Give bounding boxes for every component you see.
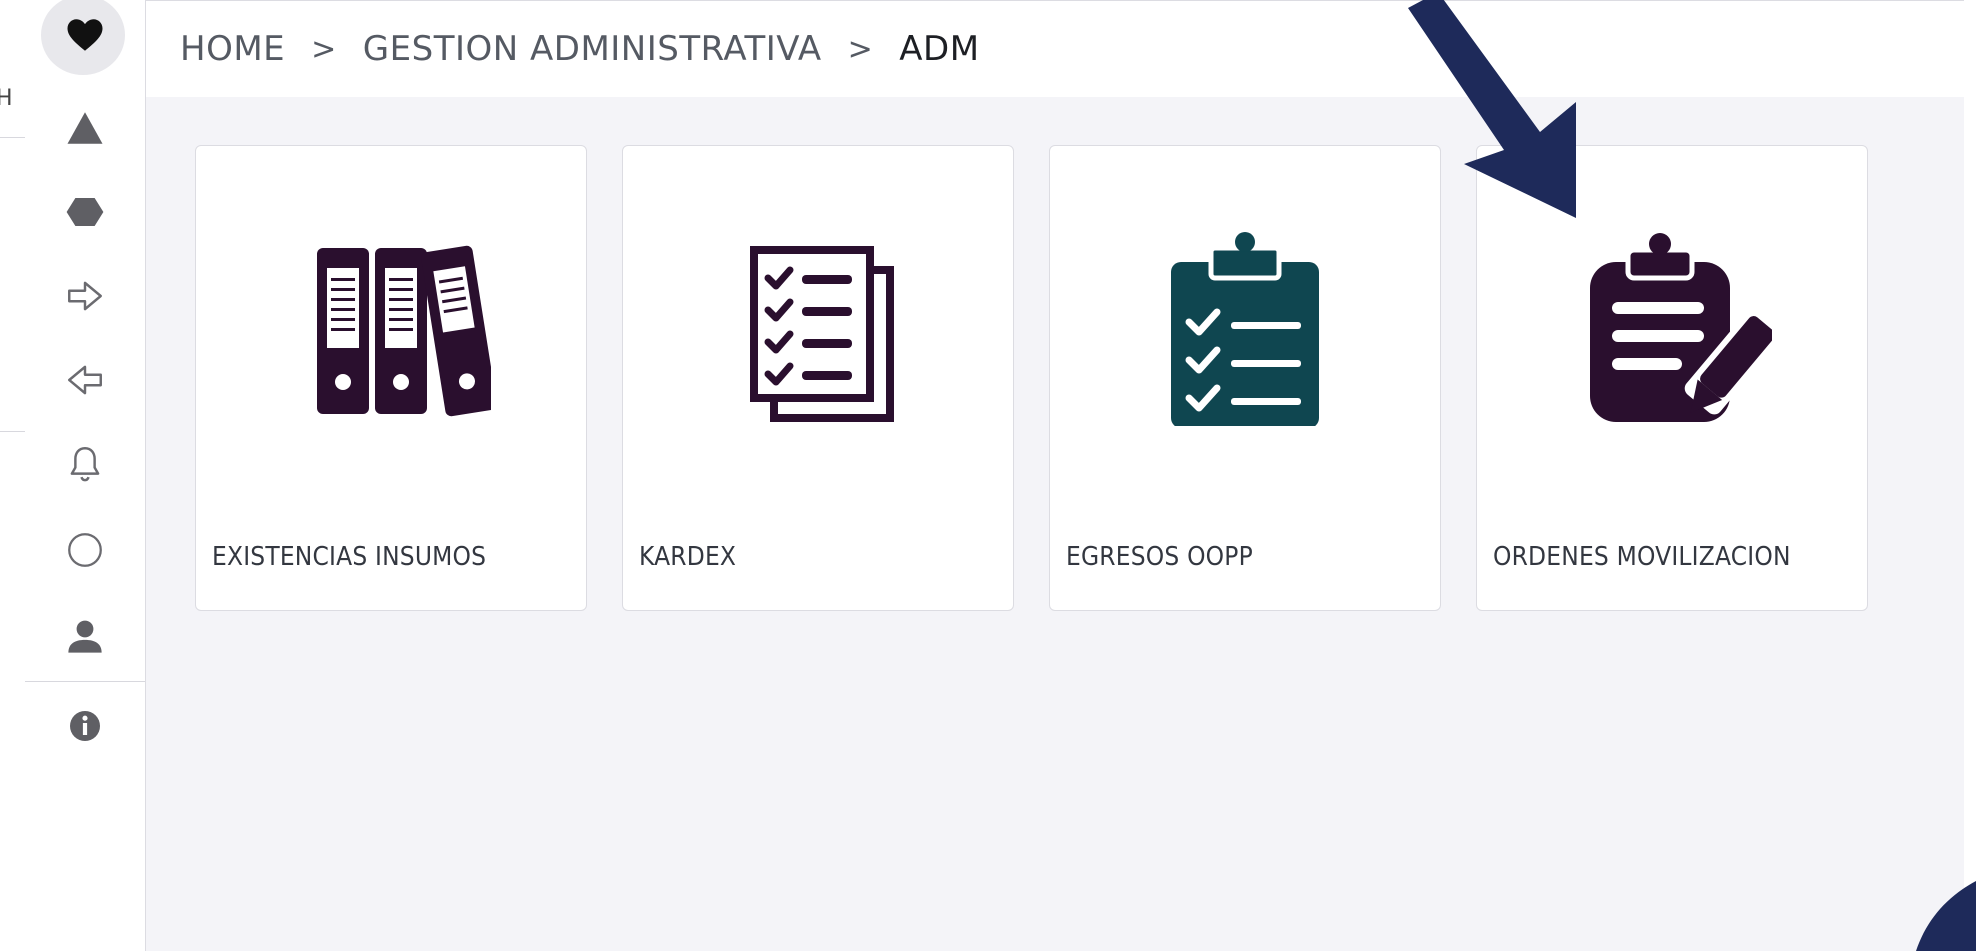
- card-label: KARDEX: [639, 542, 737, 572]
- card-label: EXISTENCIAS INSUMOS: [212, 542, 487, 572]
- main-content: EXISTENCIAS INSUMOS KARDEX EGRESOS OOPP …: [146, 97, 1964, 951]
- info-icon: [70, 711, 100, 741]
- triangle-icon: [67, 112, 103, 144]
- card-kardex[interactable]: KARDEX: [622, 145, 1014, 611]
- card-label: ORDENES MOVILIZACION: [1493, 542, 1791, 572]
- card-existencias-insumos[interactable]: EXISTENCIAS INSUMOS: [195, 145, 587, 611]
- user-icon: [68, 620, 102, 653]
- sidebar-item-login[interactable]: [25, 340, 145, 420]
- binders-icon: [317, 245, 491, 417]
- circle-icon: [68, 533, 102, 567]
- card-egresos-oopp[interactable]: EGRESOS OOPP: [1049, 145, 1441, 611]
- heart-icon: [67, 19, 103, 51]
- checklist-icon: [750, 246, 894, 422]
- breadcrumb-separator: >: [311, 31, 337, 67]
- sidebar-item-info[interactable]: [25, 686, 145, 766]
- clipboard-check-icon: [1171, 232, 1319, 426]
- sidebar-divider: [25, 681, 145, 682]
- sidebar-item-logout[interactable]: [25, 256, 145, 336]
- sidebar-item-profile[interactable]: [25, 596, 145, 676]
- sidebar-item-hexagon[interactable]: [25, 172, 145, 252]
- bell-icon: [70, 447, 100, 482]
- sidebar-item-circle[interactable]: [25, 510, 145, 590]
- breadcrumb-current: ADM: [899, 29, 980, 69]
- breadcrumb-separator: >: [847, 31, 874, 67]
- sidebar-item-triangle[interactable]: [25, 88, 145, 168]
- icon-sidebar: [25, 0, 146, 951]
- card-label: EGRESOS OOPP: [1066, 542, 1253, 572]
- corner-decoration-icon: [1916, 881, 1976, 951]
- arrow-right-outline-icon: [68, 281, 102, 311]
- cut-off-text: H: [0, 86, 13, 111]
- sidebar-item-favorites[interactable]: [25, 0, 145, 75]
- left-panel-fragment: [0, 137, 25, 432]
- breadcrumb-gestion-administrativa[interactable]: GESTION ADMINISTRATIVA: [363, 29, 822, 69]
- annotation-arrow-icon: [1408, 0, 1576, 218]
- breadcrumb-home[interactable]: HOME: [180, 29, 285, 69]
- clipboard-edit-icon: [1590, 233, 1772, 422]
- sidebar-item-notifications[interactable]: [25, 424, 145, 504]
- hexagon-icon: [66, 198, 104, 226]
- arrow-left-outline-icon: [68, 365, 102, 395]
- top-bar: HOME > GESTION ADMINISTRATIVA > ADM: [146, 0, 1964, 98]
- left-panel-edge: H: [0, 0, 25, 951]
- breadcrumb: HOME > GESTION ADMINISTRATIVA > ADM: [180, 29, 980, 69]
